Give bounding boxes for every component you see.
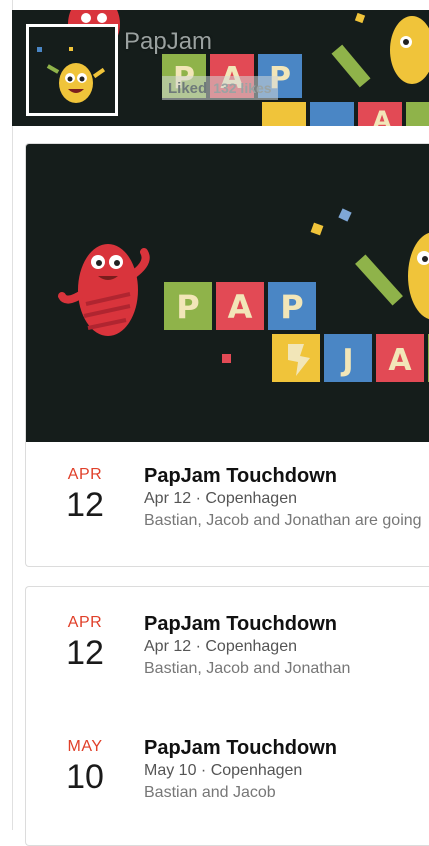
- event-row[interactable]: APR 12 PapJam Touchdown Apr 12 · Copenha…: [26, 612, 429, 704]
- page-name[interactable]: PapJam: [124, 28, 212, 56]
- event-date: MAY 10: [26, 738, 144, 796]
- liked-button[interactable]: Liked: [168, 80, 207, 97]
- event-month: MAY: [67, 738, 103, 755]
- event-month: APR: [67, 466, 103, 483]
- banner-art: P A P J A: [58, 208, 429, 382]
- profile-character-icon: [37, 47, 106, 103]
- event-info: PapJam Touchdown Apr 12 · Copenhagen Bas…: [144, 464, 429, 532]
- banner-letter-1: P: [176, 288, 199, 326]
- banner-letter-2: A: [228, 288, 253, 326]
- like-bar: Liked 132 likes: [162, 76, 278, 100]
- svg-text:A: A: [373, 106, 392, 126]
- featured-event-card[interactable]: P A P J A APR 12 PapJam Touchdown Apr 12…: [25, 143, 429, 567]
- event-date: APR 12: [26, 466, 144, 524]
- event-banner[interactable]: P A P J A: [26, 144, 429, 442]
- event-date: APR 12: [26, 614, 144, 672]
- event-title[interactable]: PapJam Touchdown: [144, 464, 429, 488]
- red-character-icon: [58, 244, 150, 336]
- likes-count: 132 likes: [213, 80, 272, 96]
- event-month: APR: [67, 614, 103, 631]
- event-meta: Apr 12 · Copenhagen: [144, 638, 297, 655]
- events-list-card: APR 12 PapJam Touchdown Apr 12 · Copenha…: [25, 586, 429, 846]
- profile-picture[interactable]: [26, 24, 118, 116]
- event-day: 12: [66, 486, 104, 524]
- event-day: 12: [66, 634, 104, 672]
- yellow-character-icon: [408, 232, 429, 320]
- event-info: PapJam Touchdown Apr 12 · Copenhagen Bas…: [144, 612, 429, 680]
- event-title[interactable]: PapJam Touchdown: [144, 736, 429, 760]
- banner-letter-3: P: [280, 288, 303, 326]
- event-info: PapJam Touchdown May 10 · Copenhagen Bas…: [144, 736, 429, 804]
- event-day: 10: [66, 758, 104, 796]
- banner-letter-5: A: [388, 343, 412, 378]
- event-attendees: Bastian, Jacob and Jonathan: [144, 660, 351, 677]
- page-cover: P A P A PapJam Liked 132 likes: [12, 10, 429, 126]
- event-attendees: Bastian, Jacob and Jonathan are going: [144, 512, 422, 529]
- event-meta: May 10 · Copenhagen: [144, 762, 303, 779]
- event-meta: Apr 12 · Copenhagen: [144, 490, 297, 507]
- event-attendees: Bastian and Jacob: [144, 784, 276, 801]
- event-row[interactable]: MAY 10 PapJam Touchdown May 10 · Copenha…: [26, 736, 429, 828]
- event-title[interactable]: PapJam Touchdown: [144, 612, 429, 636]
- banner-letter-4: J: [340, 343, 353, 378]
- event-row[interactable]: APR 12 PapJam Touchdown Apr 12 · Copenha…: [26, 464, 429, 556]
